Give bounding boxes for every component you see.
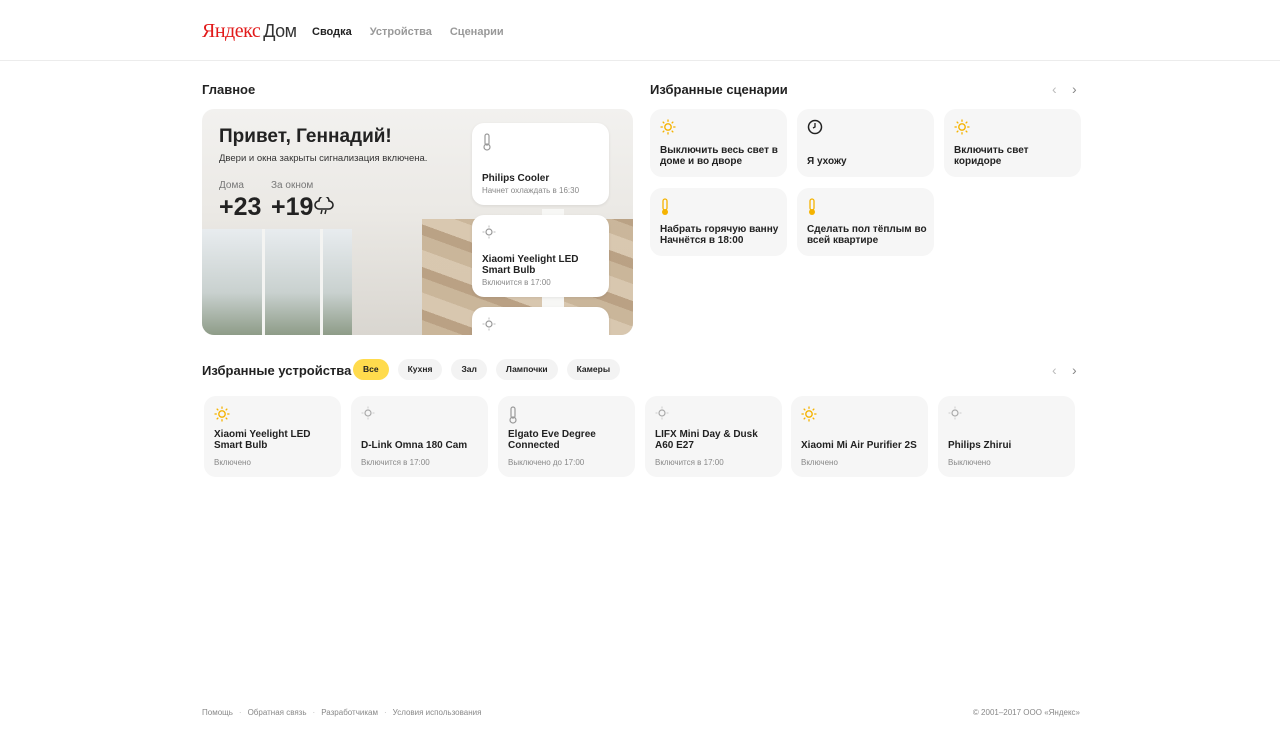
scenario-label: Набрать горячую ванну Начнётся в 18:00 xyxy=(660,224,779,246)
filter-bulbs[interactable]: Лампочки xyxy=(495,359,558,380)
device-card[interactable]: Elgato Eve Degree Connected Выключено до… xyxy=(498,396,635,477)
home-temperature: +23 xyxy=(219,193,262,221)
background-window-view xyxy=(202,229,352,335)
footer-link-terms[interactable]: Условия использования xyxy=(393,708,482,717)
device-name: D-Link Omna 180 Cam xyxy=(361,440,468,451)
filter-hall[interactable]: Зал xyxy=(451,359,487,380)
device-card[interactable]: LIFX Mini Day & Dusk A60 E27 Включится в… xyxy=(645,396,782,477)
footer-separator: · xyxy=(238,708,242,717)
footer-link-help[interactable]: Помощь xyxy=(202,708,233,717)
mini-device-card[interactable]: Philips Cooler Начнет охлаждать в 16:30 xyxy=(472,123,609,205)
device-name: Philips Zhirui xyxy=(948,440,1012,451)
device-card[interactable]: Xiaomi Mi Air Purifier 2S Включено xyxy=(791,396,928,477)
scenario-card[interactable]: Сделать пол тёплым во всей квартире xyxy=(797,188,934,256)
thermometer-icon xyxy=(807,198,817,221)
outside-temperature: +19 xyxy=(271,193,314,221)
scenario-card[interactable]: Набрать горячую ванну Начнётся в 18:00 xyxy=(650,188,787,256)
device-name: LIFX Mini Day & Dusk A60 E27 xyxy=(655,429,758,451)
sun-icon xyxy=(214,406,230,427)
bulb-icon xyxy=(482,317,496,335)
device-state: Выключено xyxy=(948,458,991,467)
device-name: Xiaomi Mi Air Purifier 2S xyxy=(801,440,917,451)
tab-summary[interactable]: Сводка xyxy=(312,26,352,38)
mini-device-card[interactable]: Xiaomi Yeelight LED Smart Bulb Включится… xyxy=(472,215,609,297)
scenarios-section-title: Избранные сценарии xyxy=(650,82,788,97)
tab-devices[interactable]: Устройства xyxy=(370,26,432,38)
filter-kitchen[interactable]: Кухня xyxy=(397,359,443,380)
devices-next-button[interactable]: › xyxy=(1072,363,1077,377)
mini-device-status: Начнет охлаждать в 16:30 xyxy=(482,186,580,195)
mini-device-card[interactable] xyxy=(472,307,609,335)
sun-icon xyxy=(660,119,676,140)
scenario-card[interactable]: Я ухожу xyxy=(797,109,934,177)
cloud-rain-icon xyxy=(314,195,334,220)
logo-yandex-text: Яндекс xyxy=(202,20,261,42)
footer-separator: · xyxy=(383,708,387,717)
device-name: Xiaomi Yeelight LED Smart Bulb xyxy=(214,429,311,451)
footer-link-developers[interactable]: Разработчикам xyxy=(321,708,378,717)
footer-links: Помощь · Обратная связь · Разработчикам … xyxy=(202,708,481,717)
footer-separator: · xyxy=(312,708,316,717)
bulb-off-icon xyxy=(948,406,962,425)
security-status: Двери и окна закрыты сигнализация включе… xyxy=(219,153,428,164)
mini-device-name: Xiaomi Yeelight LED Smart Bulb xyxy=(482,254,579,276)
device-card[interactable]: Xiaomi Yeelight LED Smart Bulb Включено xyxy=(204,396,341,477)
home-summary-panel: Привет, Геннадий! Двери и окна закрыты с… xyxy=(202,109,633,335)
bulb-off-icon xyxy=(655,406,669,425)
scenario-label: Сделать пол тёплым во всей квартире xyxy=(807,224,927,246)
filter-all[interactable]: Все xyxy=(353,359,389,380)
window-frame xyxy=(262,229,265,335)
device-state: Включено xyxy=(801,458,838,467)
main-section-title: Главное xyxy=(202,82,256,97)
yandex-dom-logo[interactable]: Яндекс Дом xyxy=(202,20,297,43)
scenario-label: Я ухожу xyxy=(807,156,847,167)
thermometer-icon xyxy=(508,406,518,429)
device-state: Включится в 17:00 xyxy=(655,458,724,467)
device-card[interactable]: Philips Zhirui Выключено xyxy=(938,396,1075,477)
scenarios-prev-button[interactable]: ‹ xyxy=(1052,82,1057,96)
copyright: © 2001–2017 ООО «Яндекс» xyxy=(972,708,1080,717)
device-state: Выключено до 17:00 xyxy=(508,458,585,467)
device-filters: Все Кухня Зал Лампочки Камеры xyxy=(353,359,621,380)
scenario-label: Выключить весь свет в доме и во дворе xyxy=(660,145,778,167)
device-card[interactable]: D-Link Omna 180 Cam Включится в 17:00 xyxy=(351,396,488,477)
device-state: Включится в 17:00 xyxy=(361,458,430,467)
footer-link-feedback[interactable]: Обратная связь xyxy=(248,708,307,717)
scenarios-next-button[interactable]: › xyxy=(1072,82,1077,96)
scenario-card[interactable]: Включить свет коридоре xyxy=(944,109,1081,177)
main-nav: Сводка Устройства Сценарии xyxy=(312,26,504,38)
devices-section-title: Избранные устройства xyxy=(202,363,352,378)
device-state: Включено xyxy=(214,458,251,467)
window-frame xyxy=(320,229,323,335)
greeting: Привет, Геннадий! xyxy=(219,126,392,147)
bulb-off-icon xyxy=(361,406,375,425)
device-name: Elgato Eve Degree Connected xyxy=(508,429,596,451)
filter-cameras[interactable]: Камеры xyxy=(566,359,621,380)
logo-dom-text: Дом xyxy=(263,21,297,41)
sun-icon xyxy=(801,406,817,427)
scenario-label: Включить свет коридоре xyxy=(954,145,1029,167)
clock-icon xyxy=(807,119,823,140)
bulb-icon xyxy=(482,225,496,244)
home-temp-label: Дома xyxy=(219,180,244,191)
tab-scenarios[interactable]: Сценарии xyxy=(450,26,504,38)
mini-device-name: Philips Cooler xyxy=(482,173,550,184)
sun-icon xyxy=(954,119,970,140)
outside-temp-label: За окном xyxy=(271,180,314,191)
header: Яндекс Дом Сводка Устройства Сценарии xyxy=(0,0,1280,61)
thermometer-icon xyxy=(482,133,492,156)
scenario-card[interactable]: Выключить весь свет в доме и во дворе xyxy=(650,109,787,177)
devices-prev-button[interactable]: ‹ xyxy=(1052,363,1057,377)
thermometer-icon xyxy=(660,198,670,221)
mini-device-status: Включится в 17:00 xyxy=(482,278,551,287)
